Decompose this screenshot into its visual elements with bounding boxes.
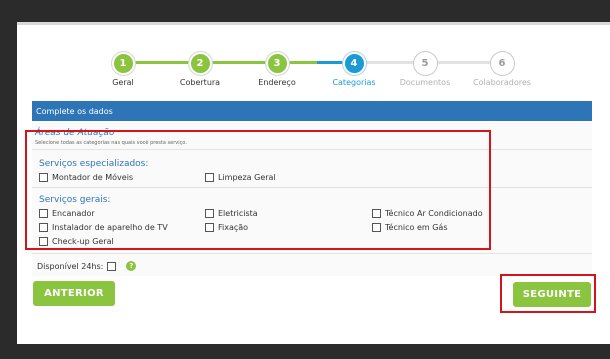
step-colaboradores[interactable]: 6 Colaboradores: [457, 52, 547, 87]
highlight-frame-services: [25, 130, 491, 250]
step-circle: 2: [188, 52, 212, 75]
bottom-strip: [0, 344, 610, 359]
step-circle: 6: [490, 52, 514, 75]
disponivel-label: Disponível 24hs:: [37, 261, 104, 271]
step-circle: 1: [111, 52, 135, 75]
disponivel-24hs-row: Disponível 24hs: ?: [37, 261, 137, 271]
anterior-button[interactable]: ANTERIOR: [33, 281, 115, 306]
step-circle: 5: [413, 52, 437, 75]
help-icon[interactable]: ?: [126, 261, 137, 271]
step-circle: 3: [265, 52, 289, 75]
progress-stepper: 1 Geral 2 Cobertura 3 Endereço 4 Categor…: [17, 22, 610, 112]
section-header: Complete os dados: [32, 101, 592, 121]
divider: [32, 253, 592, 254]
form-card: 1 Geral 2 Cobertura 3 Endereço 4 Categor…: [17, 22, 610, 344]
step-label: Colaboradores: [473, 78, 531, 87]
disponivel-24hs-checkbox[interactable]: [107, 261, 117, 271]
step-circle: 4: [342, 52, 366, 75]
highlight-frame-next: [500, 274, 596, 313]
